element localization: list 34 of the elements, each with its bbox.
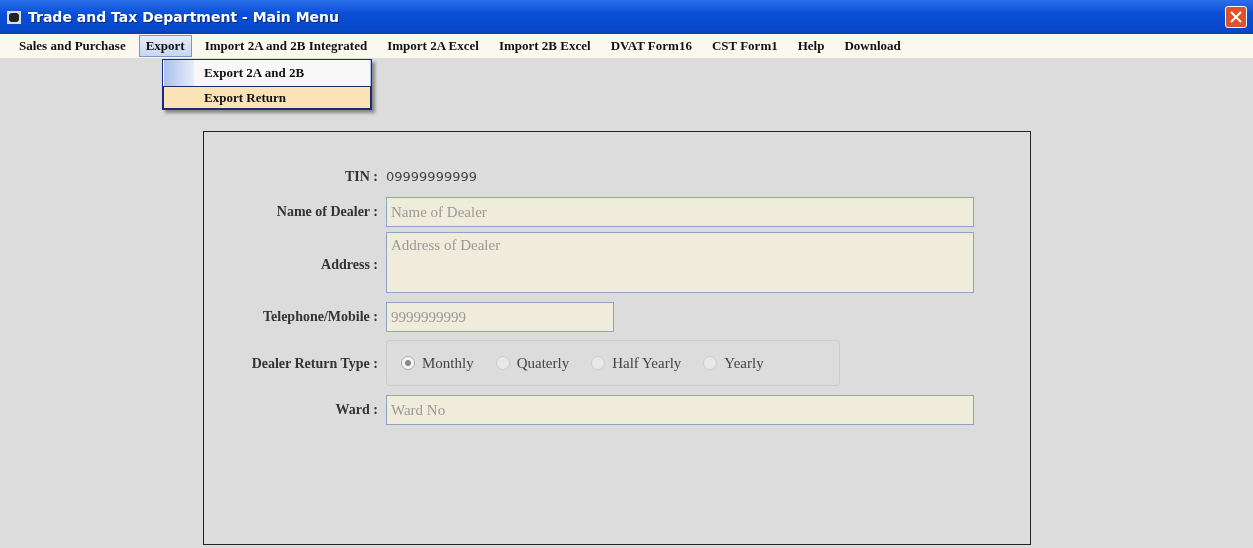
address-field[interactable]: Address of Dealer (386, 232, 974, 293)
menu-item[interactable]: Import 2B Excel (491, 35, 598, 57)
radio-button-icon[interactable] (401, 356, 415, 370)
menu-option[interactable]: Export Return (163, 86, 371, 109)
input-field[interactable]: Name of Dealer (386, 197, 974, 227)
field-label: TIN : (344, 169, 378, 185)
field-label: Telephone/Mobile : (263, 309, 378, 325)
radio-button-icon[interactable] (591, 356, 606, 370)
menu-item[interactable]: Import 2A Excel (380, 35, 486, 57)
field-label: Address : (321, 256, 378, 273)
field-label: Ward : (335, 402, 378, 418)
close-button[interactable] (1225, 6, 1247, 28)
tin-value: 09999999999 (386, 169, 477, 184)
menu-item[interactable]: Help (790, 35, 832, 57)
close-icon (1230, 11, 1242, 23)
radio-option[interactable]: Half Yearly (591, 354, 682, 372)
menu-item[interactable]: Export (138, 35, 192, 57)
menu-option[interactable]: Export 2A and 2B (163, 60, 371, 86)
input-field[interactable]: 9999999999 (386, 302, 614, 332)
input-field[interactable]: Ward No (386, 395, 974, 425)
radio-button-icon[interactable] (703, 356, 718, 370)
app-icon (6, 9, 22, 25)
radio-option[interactable]: Yearly (703, 354, 764, 372)
menu-item[interactable]: DVAT Form16 (603, 35, 699, 57)
radio-button-icon[interactable] (495, 356, 510, 370)
menu-item[interactable]: Sales and Purchase (12, 35, 133, 57)
menu-item[interactable]: Import 2A and 2B Integrated (197, 35, 375, 57)
menu-item[interactable]: CST Form1 (704, 35, 785, 57)
window-title: Trade and Tax Department - Main Menu (28, 9, 341, 25)
radio-option[interactable]: Quaterly (495, 354, 570, 372)
field-label: Dealer Return Type : (251, 355, 378, 372)
radio-option[interactable]: Monthly (401, 354, 474, 372)
field-label: Name of Dealer : (276, 204, 378, 220)
menu-item[interactable]: Download (837, 35, 908, 57)
